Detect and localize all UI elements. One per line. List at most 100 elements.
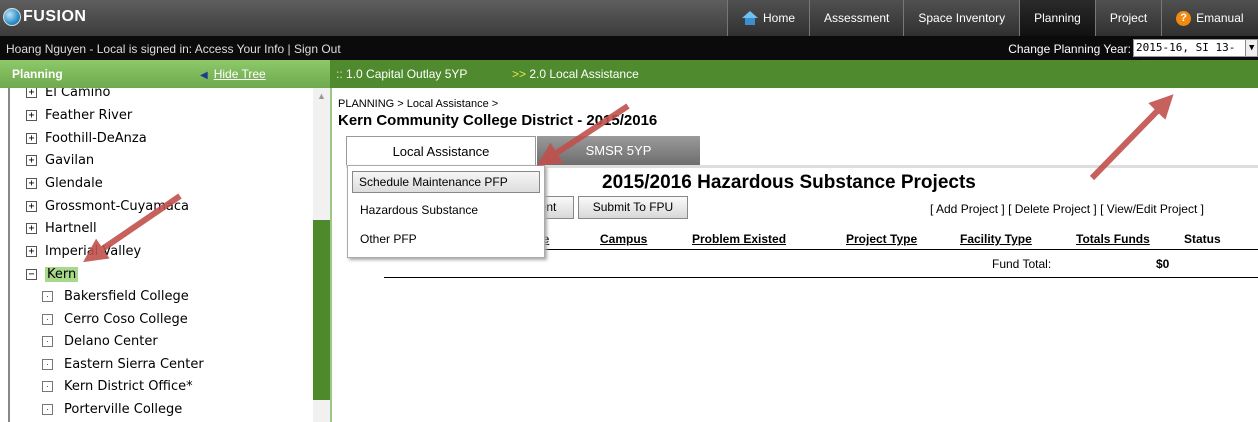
menu-item-schedule-maintenance-pfp[interactable]: Schedule Maintenance PFP [352,171,540,193]
column-project-type[interactable]: Project Type [846,232,917,246]
tree-title: Planning [12,67,63,81]
tab-emanual-label: Emanual [1196,11,1244,25]
add-project-link[interactable]: [ Add Project ] [930,202,1005,216]
tree-item-label: Feather River [45,107,133,123]
tree-item-label: Gavilan [45,152,95,168]
signed-in-info: Hoang Nguyen - Local is signed in: Acces… [6,42,341,56]
leaf-node-icon [42,290,53,302]
menu-item-other-pfp[interactable]: Other PFP [360,232,417,246]
local-assistance-menu: Schedule Maintenance PFP Hazardous Subst… [347,165,545,258]
tree-item-foothill-deanza[interactable]: + Foothill-DeAnza [26,128,147,148]
nav-separator: :: [336,67,343,81]
tab-assessment[interactable]: Assessment [809,0,904,36]
tab-local-assistance[interactable]: Local Assistance [346,136,536,166]
tab-project[interactable]: Project [1094,0,1162,36]
tree-scrollbar[interactable]: ▲ [313,88,330,422]
sign-out-link[interactable]: Sign Out [294,42,341,56]
fusion-logo[interactable]: FUSION [3,6,86,28]
content-title: 2015/2016 Hazardous Substance Projects [602,172,976,193]
home-icon [742,11,758,25]
menu-item-hazardous-substance[interactable]: Hazardous Substance [360,203,478,217]
delete-project-link[interactable]: [ Delete Project ] [1008,202,1097,216]
planning-year-select[interactable]: 2015-16, SI 13-14 ▼ [1133,39,1258,70]
expand-icon[interactable]: + [26,109,37,121]
column-campus[interactable]: Campus [600,232,647,246]
tree-item-glendale[interactable]: + Glendale [26,173,103,193]
tab-planning-label: Planning [1034,11,1081,25]
tab-smsr-5yp[interactable]: SMSR 5YP [537,136,700,166]
tree-item-label: Hartnell [45,220,97,236]
tree-header: Planning ◀ Hide Tree [0,60,330,88]
nav-local-assistance[interactable]: >> 2.0 Local Assistance [512,67,639,81]
hide-tree-label: Hide Tree [213,67,266,81]
tree-item-label: Kern [45,266,79,282]
tab-assessment-label: Assessment [824,11,890,25]
view-edit-project-link[interactable]: [ View/Edit Project ] [1100,202,1204,216]
tab-home[interactable]: Home [727,0,810,36]
tab-emanual[interactable]: ? Emanual [1161,0,1258,36]
leaf-node-icon [42,335,53,347]
tree-item-label: Delano Center [64,333,158,349]
tree-item-porterville-college[interactable]: Porterville College [42,399,182,419]
tree-item-cerro-coso-college[interactable]: Cerro Coso College [42,309,188,329]
scroll-thumb[interactable] [313,220,330,400]
nav-capital-outlay[interactable]: :: 1.0 Capital Outlay 5YP [336,67,467,81]
tree-item-label: Bakersfield College [64,288,189,304]
tab-project-label: Project [1109,11,1148,25]
tree-item-delano-center[interactable]: Delano Center [42,331,158,351]
nav-separator: >> [512,67,527,81]
expand-icon[interactable]: + [26,177,37,189]
user-bar: Hoang Nguyen - Local is signed in: Acces… [0,36,1258,60]
logo-text: FUSION [23,8,87,25]
fund-total-value: $0 [1156,257,1170,271]
tree-item-kern-district-office[interactable]: Kern District Office* [42,376,193,396]
scroll-up-icon[interactable]: ▲ [313,88,330,105]
tree-item-grossmont-cuyamaca[interactable]: + Grossmont-Cuyamaca [26,196,189,216]
breadcrumb: PLANNING > Local Assistance > [338,98,499,110]
collapse-icon[interactable]: − [26,268,37,280]
signed-in-text[interactable]: Hoang Nguyen - Local is signed in: Acces… [6,42,291,56]
tree-item-eastern-sierra-center[interactable]: Eastern Sierra Center [42,354,204,374]
planning-year-label: Change Planning Year: [1008,42,1131,56]
district-tree: + El Camino + Feather River + Foothill-DeAn… [8,88,330,422]
nav-capital-outlay-label: 1.0 Capital Outlay 5YP [346,67,468,81]
tree-item-label: Eastern Sierra Center [64,356,204,372]
help-icon: ? [1176,10,1192,26]
expand-icon[interactable]: + [26,154,37,166]
hide-tree-link[interactable]: ◀ Hide Tree [200,67,266,81]
leaf-node-icon [42,358,53,370]
tree-item-bakersfield-college[interactable]: Bakersfield College [42,286,189,306]
expand-icon[interactable]: + [26,88,37,98]
expand-icon[interactable]: + [26,222,37,234]
expand-icon[interactable]: + [26,200,37,212]
tab-space-inventory[interactable]: Space Inventory [903,0,1020,36]
tree-item-el-camino[interactable]: + El Camino [26,88,110,102]
tree-item-label: Glendale [45,175,103,191]
tree-item-label: Foothill-DeAnza [45,130,147,146]
expand-icon[interactable]: + [26,245,37,257]
planning-year-value: 2015-16, SI 13-14 [1136,41,1236,70]
tree-item-kern[interactable]: − Kern [26,264,79,284]
fund-total-label: Fund Total: [992,257,1052,271]
expand-icon[interactable]: + [26,132,37,144]
tree-item-hartnell[interactable]: + Hartnell [26,218,97,238]
tab-planning[interactable]: Planning [1019,0,1095,36]
main-panel: PLANNING > Local Assistance > Kern Commu… [330,88,1258,422]
column-status: Status [1184,232,1221,246]
column-problem-existed[interactable]: Problem Existed [692,232,786,246]
submit-to-fpu-button[interactable]: Submit To FPU [578,196,688,219]
page-title: Kern Community College District - 2015/2… [338,112,658,129]
tree-item-imperial-valley[interactable]: + Imperial Valley [26,241,141,261]
section-nav-bar: Planning ◀ Hide Tree :: 1.0 Capital Outla… [0,60,1258,88]
tree-item-feather-river[interactable]: + Feather River [26,105,132,125]
leaf-node-icon [42,380,53,392]
tree-item-label: Grossmont-Cuyamaca [45,198,189,214]
project-actions: [ Add Project ] [ Delete Project ] [ Vie… [930,202,1204,216]
tree-item-label: Imperial Valley [45,243,142,259]
chevron-down-icon[interactable]: ▼ [1245,40,1257,56]
tab-space-inventory-label: Space Inventory [918,11,1006,25]
tree-item-label: El Camino [45,88,111,100]
tree-item-gavilan[interactable]: + Gavilan [26,150,94,170]
column-facility-type[interactable]: Facility Type [960,232,1032,246]
column-totals-funds[interactable]: Totals Funds [1076,232,1150,246]
